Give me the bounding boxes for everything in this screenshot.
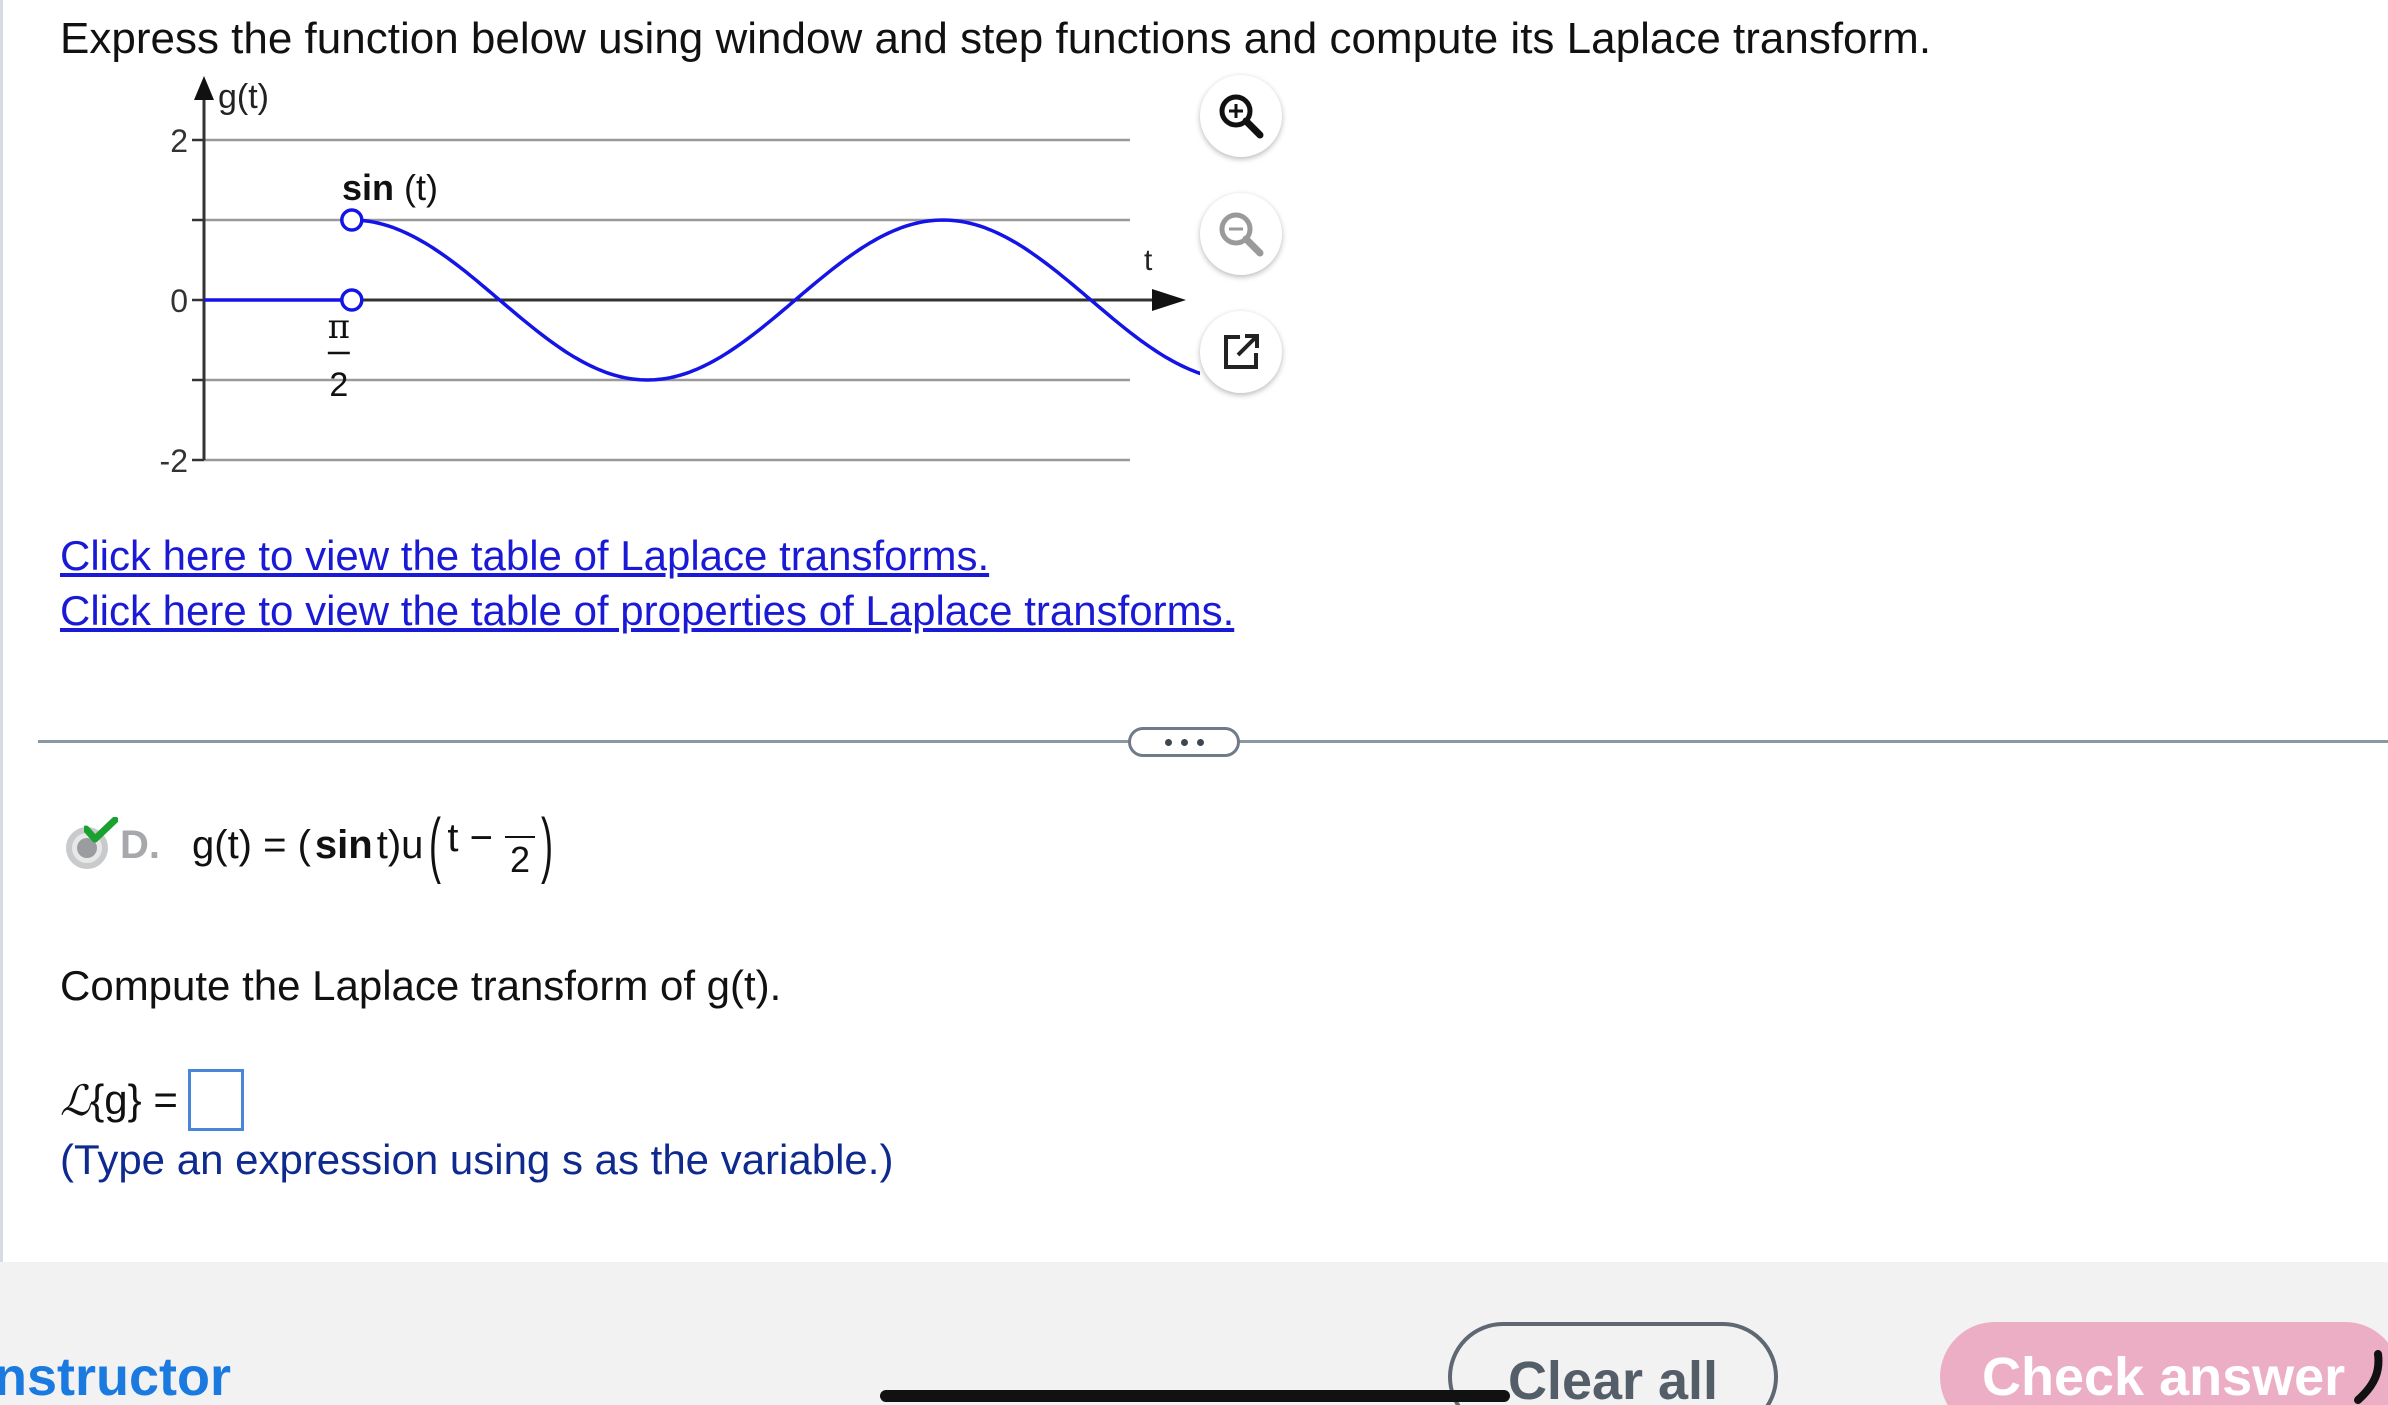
home-indicator xyxy=(880,1390,1510,1402)
laplace-table-link[interactable]: Click here to view the table of Laplace … xyxy=(60,532,989,580)
open-point xyxy=(340,208,364,232)
compute-prompt: Compute the Laplace transform of g(t). xyxy=(60,962,782,1009)
corner-curl-decoration xyxy=(2354,1350,2383,1404)
formula-open-paren: ( xyxy=(429,805,442,885)
y-tick-label: 0 xyxy=(170,283,188,319)
expand-more-button[interactable] xyxy=(1128,727,1240,757)
choice-letter: D. xyxy=(120,822,160,867)
formula-lhs: g(t) = ( xyxy=(192,822,311,867)
more-dot xyxy=(1164,738,1172,746)
graph: 2 0 -2 π 2 g(t) t sin (t) xyxy=(160,76,1200,479)
x-tick-label-numerator: π xyxy=(328,307,350,347)
zoom-in-icon xyxy=(1219,94,1264,139)
checkmark-icon xyxy=(84,817,118,843)
formula-fraction: 2 xyxy=(504,828,535,880)
popout-button[interactable] xyxy=(1200,311,1282,393)
more-dot xyxy=(1196,738,1204,746)
y-tick-label: 2 xyxy=(170,123,188,159)
answer-row: ℒ {g} = xyxy=(60,1064,244,1136)
ask-instructor-link[interactable]: nstructor xyxy=(0,1346,231,1405)
more-dot xyxy=(1180,738,1188,746)
answer-input[interactable] xyxy=(187,1069,244,1131)
formula-close-paren: ) xyxy=(540,805,553,885)
laplace-properties-link[interactable]: Click here to view the table of properti… xyxy=(60,587,1234,635)
check-answer-button[interactable]: Check answer xyxy=(1940,1322,2388,1405)
choice-radio[interactable] xyxy=(60,817,118,871)
choice-formula: g(t) = ( sin t)u ( t − 2 ) xyxy=(192,809,559,881)
page: Express the function below using window … xyxy=(0,0,2388,1405)
zoom-out-icon xyxy=(1219,212,1264,257)
x-tick-label-denominator: 2 xyxy=(329,366,348,404)
curve-label-sin: sin xyxy=(342,167,394,208)
external-link-icon xyxy=(1224,334,1259,369)
answer-hint: (Type an expression using s as the varia… xyxy=(60,1136,894,1183)
answer-lhs: {g} = xyxy=(90,1076,178,1123)
fraction-bar xyxy=(504,835,535,838)
open-point xyxy=(340,288,364,312)
question-text: Express the function below using window … xyxy=(60,14,1932,63)
y-axis-arrow-icon xyxy=(194,76,214,100)
formula-mid: t)u xyxy=(376,822,424,867)
x-axis-arrow-icon xyxy=(1152,289,1186,311)
curve-label-arg: (t) xyxy=(394,167,438,208)
laplace-symbol: ℒ xyxy=(60,1075,91,1125)
curve-label: sin (t) xyxy=(342,167,438,208)
formula-sin: sin xyxy=(314,822,373,867)
x-axis-label: t xyxy=(1144,244,1153,277)
y-tick-label: -2 xyxy=(160,443,188,479)
answer-choice-d[interactable]: D. g(t) = ( sin t)u ( t − 2 ) xyxy=(60,800,559,890)
formula-arg: t − xyxy=(447,815,493,860)
curve xyxy=(204,208,1200,382)
zoom-in-button[interactable] xyxy=(1200,75,1282,157)
y-axis-label: g(t) xyxy=(218,78,269,116)
fraction-denominator: 2 xyxy=(509,838,530,880)
zoom-out-button[interactable] xyxy=(1200,193,1282,275)
